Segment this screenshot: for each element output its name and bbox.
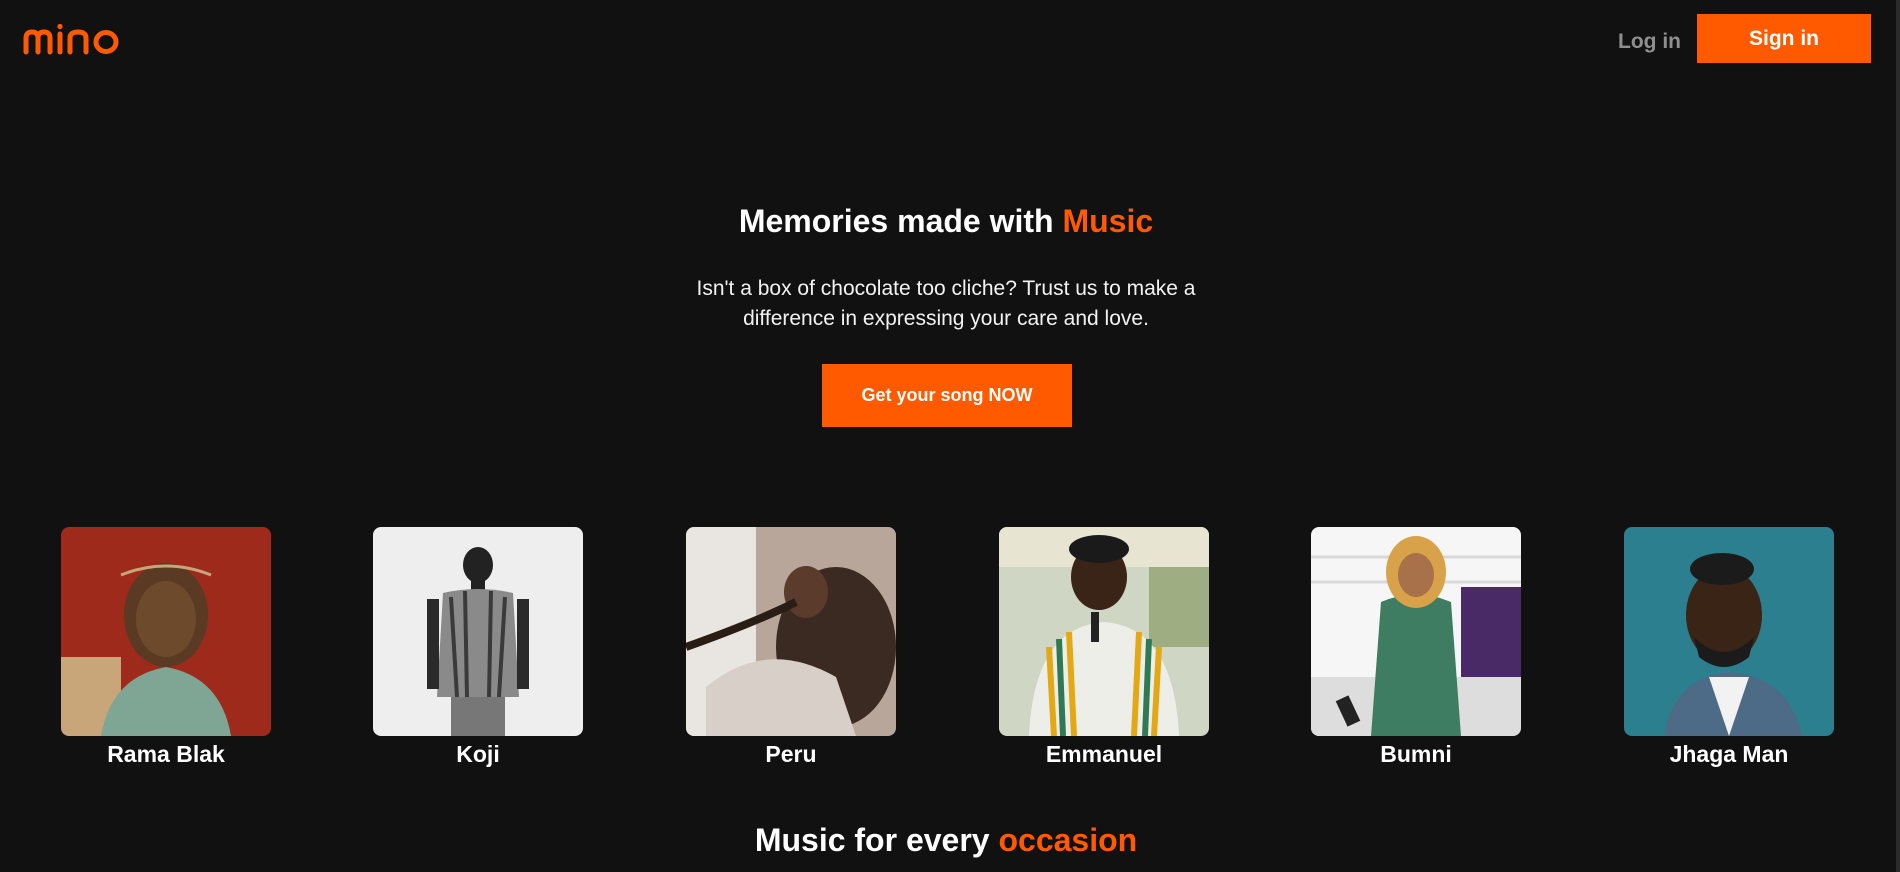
artist-name: Koji [456,741,500,767]
artist-card[interactable]: Peru [686,527,896,768]
artist-photo[interactable] [373,527,583,736]
occasions-title-prefix: Music for every [754,822,999,858]
artist-name: Emmanuel [1045,741,1163,767]
occasions-title: Music for every occasion [0,822,1892,859]
hero-subtitle: Isn't a box of chocolate too cliche? Tru… [696,277,1196,330]
artist-name: Bumni [1380,741,1452,767]
artist-photo[interactable] [1311,527,1521,736]
login-link[interactable]: Log in [1618,28,1681,56]
artist-photo[interactable] [999,527,1209,736]
artist-name: Rama Blak [107,741,225,767]
artist-card[interactable]: Emmanuel [999,527,1209,768]
hero-title-accent: Music [1062,203,1154,239]
artist-photo[interactable] [1624,527,1834,736]
page-scrollbar[interactable] [1896,0,1900,872]
artist-photo[interactable] [61,527,271,736]
occasions-title-accent: occasion [998,822,1138,858]
hero-title: Memories made with Music [0,203,1892,240]
artist-card[interactable]: Bumni [1311,527,1521,768]
artist-card[interactable]: Rama Blak [61,527,271,768]
mino-logo[interactable] [22,24,122,56]
artist-card[interactable]: Koji [373,527,583,768]
artist-list: Rama Blak Koji Peru Emmanuel Bumni Jhaga… [0,527,1900,777]
artist-name: Peru [765,741,817,767]
artist-card[interactable]: Jhaga Man [1624,527,1834,768]
sign-in-button[interactable]: Sign in [1697,14,1871,63]
artist-name: Jhaga Man [1669,741,1789,767]
artist-photo[interactable] [686,527,896,736]
get-song-button[interactable]: Get your song NOW [822,364,1072,427]
hero-title-prefix: Memories made with [738,203,1063,239]
